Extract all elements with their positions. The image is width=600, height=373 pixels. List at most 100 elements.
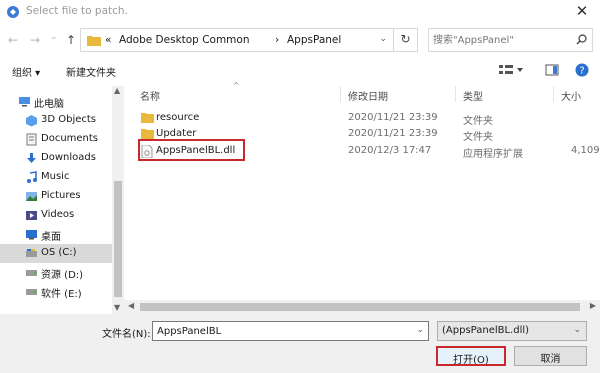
sidebar-item-desktop[interactable]: 桌面 [0,225,112,244]
open-button[interactable]: 打开(O) [436,346,506,366]
scroll-right-icon[interactable]: ▶ [590,301,596,310]
scrollbar-thumb[interactable] [114,181,122,297]
filename-label: 文件名(N): [102,329,151,340]
forward-icon[interactable]: → [30,33,40,47]
address-dropdown-icon[interactable]: ⌄ [379,34,387,44]
filename-input[interactable] [157,324,407,339]
scrollbar-thumb[interactable] [140,303,580,311]
search-icon[interactable] [576,34,587,45]
sidebar-item-label: Videos [41,209,75,220]
documents-icon [26,133,37,146]
file-date: 2020/11/21 23:39 [348,112,438,123]
music-icon [27,171,37,183]
scroll-left-icon[interactable]: ◀ [128,301,134,310]
scroll-up-icon[interactable]: ▲ [114,86,120,95]
column-header-name[interactable]: 名称 [140,88,160,103]
view-options-icon[interactable] [498,63,524,77]
file-date: 2020/12/3 17:47 [348,145,432,156]
chevron-down-icon[interactable]: ⌄ [416,325,424,335]
pictures-icon [26,192,37,201]
search-box[interactable] [428,28,593,52]
command-bar: 组织 ▾ 新建文件夹 ? [0,58,600,84]
help-icon[interactable]: ? [575,63,589,77]
sidebar-item-documents[interactable]: Documents [0,130,112,149]
sidebar-item-label: Documents [41,133,99,144]
navigation-bar: ← → ⌄ ↑ « Adobe Desktop Common › AppsPan… [0,24,600,56]
new-folder-button[interactable]: 新建文件夹 [66,64,116,79]
title-bar: Select file to patch. ✕ [0,0,600,24]
breadcrumb-adobe-desktop-common[interactable]: Adobe Desktop Common [119,34,249,46]
column-divider[interactable] [455,86,456,102]
sidebar-item-videos[interactable]: Videos [0,206,112,225]
file-type: 应用程序扩展 [463,149,523,160]
file-type-select[interactable]: (AppsPanelBL.dll) ⌄ [437,321,587,341]
downloads-icon [27,153,36,163]
drive-icon [26,270,37,276]
breadcrumb-appspanel[interactable]: AppsPanel [287,34,341,46]
window-title: Select file to patch. [26,5,128,17]
computer-icon [19,97,30,107]
dialog-footer: 文件名(N): ⌄ (AppsPanelBL.dll) ⌄ 打开(O) 取消 [0,314,600,373]
file-date: 2020/11/21 23:39 [348,128,438,139]
sidebar-item-label: Music [41,171,70,182]
file-type: 文件夹 [463,116,493,127]
sidebar-item-this-pc[interactable]: 此电脑 [0,92,112,111]
back-icon[interactable]: ← [8,33,18,47]
preview-pane-icon[interactable] [545,63,559,77]
column-divider[interactable] [340,86,341,102]
up-icon[interactable]: ↑ [66,33,76,47]
address-overflow[interactable]: « [105,34,111,46]
file-row-resource[interactable]: resource 2020/11/21 23:39 文件夹 [130,110,600,127]
sidebar-item-pictures[interactable]: Pictures [0,187,112,206]
sidebar-item-label: OS (C:) [41,247,77,258]
file-list-horizontal-scrollbar[interactable]: ◀ ▶ [124,300,600,314]
folder-icon [141,129,154,139]
drive-icon [26,289,37,295]
cancel-button[interactable]: 取消 [514,346,587,366]
close-icon[interactable]: ✕ [572,2,592,20]
drive-icon [26,249,37,257]
column-divider[interactable] [553,86,554,102]
sidebar-item-drive-d[interactable]: 资源 (D:) [0,263,112,282]
scroll-down-icon[interactable]: ▼ [114,303,120,312]
organize-button[interactable]: 组织 ▾ [12,64,40,79]
svg-text:?: ? [579,66,584,77]
sidebar-item-label: 此电脑 [34,99,64,110]
sidebar-item-music[interactable]: Music [0,168,112,187]
sidebar-item-downloads[interactable]: Downloads [0,149,112,168]
sidebar-item-os-c[interactable]: OS (C:) [0,244,112,263]
file-type-value: (AppsPanelBL.dll) [442,325,530,336]
sidebar-item-label: 3D Objects [41,114,97,125]
desktop-icon [26,230,37,240]
column-header-type[interactable]: 类型 [463,88,483,103]
sidebar-item-label: 资源 (D:) [41,270,84,281]
3d-objects-icon [26,115,37,127]
recent-locations-icon[interactable]: ⌄ [50,32,58,42]
highlight-annotation [138,139,245,161]
chevron-down-icon[interactable]: ⌄ [573,325,581,335]
folder-icon [141,113,154,123]
videos-icon [26,211,37,220]
sidebar-item-3d-objects[interactable]: 3D Objects [0,111,112,130]
column-header-size[interactable]: 大小 [561,88,581,103]
refresh-icon[interactable]: ↻ [393,29,417,51]
file-name: resource [156,112,200,123]
app-icon [7,6,19,18]
sidebar-item-label: 桌面 [41,232,61,243]
navigation-pane: 此电脑 3D Objects Documents Downloads Music… [0,86,124,314]
search-input[interactable] [433,32,573,48]
sidebar-scrollbar[interactable]: ▲ ▼ [112,86,124,314]
folder-icon [87,36,101,46]
sidebar-item-drive-e[interactable]: 软件 (E:) [0,282,112,301]
file-size: 4,109 [571,145,600,156]
sort-ascending-icon: ^ [233,81,240,90]
sidebar-item-label: Downloads [41,152,96,163]
breadcrumb-separator: › [275,34,280,46]
sidebar-item-label: 软件 (E:) [41,289,82,300]
address-bar[interactable]: « Adobe Desktop Common › AppsPanel ⌄ ↻ [80,28,418,52]
column-header-row: ^ 名称 修改日期 类型 大小 [130,81,600,104]
filename-combobox[interactable]: ⌄ [152,321,429,341]
column-header-date[interactable]: 修改日期 [348,88,388,103]
file-type: 文件夹 [463,132,493,143]
sidebar-item-label: Pictures [41,190,81,201]
